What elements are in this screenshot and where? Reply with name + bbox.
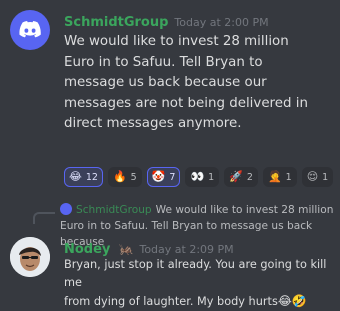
timestamp[interactable]: Today at 2:00 PM	[174, 16, 268, 29]
reaction-count: 12	[85, 171, 98, 183]
reaction-button[interactable]: 😌 1	[301, 167, 334, 187]
message-header: SchmidtGroup Today at 2:00 PM	[64, 11, 269, 30]
reaction-button[interactable]: 👀 1	[185, 167, 220, 187]
relieved-emoji: 😌	[306, 170, 319, 183]
message-header: Nodey 🦗 Today at 2:09 PM	[64, 238, 234, 257]
reply-connector	[33, 212, 55, 224]
message-line: Bryan, just stop it already. You are goi…	[64, 258, 327, 289]
reaction-count: 5	[130, 171, 137, 183]
author-name[interactable]: SchmidtGroup	[64, 15, 168, 30]
reaction-button[interactable]: 🚀 2	[224, 167, 258, 187]
laughing-emojis: 😂🤣	[277, 294, 307, 308]
message-line: We would like to invest 28 million	[64, 34, 289, 49]
message-content: We would like to invest 28 million Euro …	[64, 32, 308, 135]
reaction-count: 2	[246, 171, 253, 183]
reaction-count: 1	[208, 171, 215, 183]
reply-author[interactable]: SchmidtGroup	[76, 204, 152, 216]
cricket-icon: 🦗	[118, 242, 134, 256]
reaction-count: 1	[322, 171, 329, 183]
fire-emoji: 🔥	[112, 170, 127, 183]
reaction-count: 7	[169, 171, 176, 183]
timestamp[interactable]: Today at 2:09 PM	[139, 243, 233, 256]
reactions-bar: 😂 12 🔥 5 🤡 7 👀 1 🚀 2 🤦 1 😌 1	[64, 167, 334, 187]
joy-emoji: 😂	[69, 170, 82, 183]
clown-emoji: 🤡	[151, 170, 166, 183]
author-name[interactable]: Nodey	[64, 242, 110, 257]
eyes-emoji: 👀	[190, 170, 205, 183]
reaction-count: 1	[285, 171, 292, 183]
avatar[interactable]	[10, 10, 50, 50]
reaction-button[interactable]: 🤡 7	[146, 167, 181, 187]
reply-avatar	[60, 203, 72, 215]
user-avatar-icon	[10, 237, 50, 277]
reaction-button[interactable]: 🔥 5	[107, 167, 142, 187]
message-content: Bryan, just stop it already. You are goi…	[64, 256, 340, 311]
rocket-emoji: 🚀	[229, 170, 243, 183]
discord-logo-icon	[19, 21, 41, 38]
reaction-button[interactable]: 😂 12	[64, 167, 103, 187]
avatar[interactable]	[10, 237, 50, 277]
reply-text: We would like to invest 28 million	[155, 204, 334, 216]
message-line: direct messages anymore.	[64, 116, 242, 132]
message-line: Euro in to Safuu. Tell Bryan to	[64, 54, 263, 70]
message-line: messages are not being delivered in	[64, 95, 308, 111]
reaction-button[interactable]: 🤦 1	[262, 167, 297, 187]
facepalm-emoji: 🤦	[267, 170, 282, 183]
message-line: message us back because our	[64, 75, 267, 91]
